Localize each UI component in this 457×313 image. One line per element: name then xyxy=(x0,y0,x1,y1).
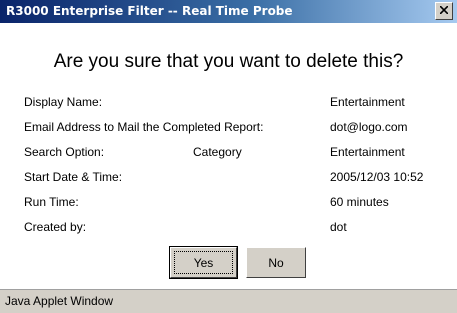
title-bar[interactable]: R3000 Enterprise Filter -- Real Time Pro… xyxy=(0,0,457,23)
email-value: dot@logo.com xyxy=(330,120,408,134)
no-button[interactable]: No xyxy=(246,247,306,278)
created-by-label: Created by: xyxy=(24,220,87,234)
dialog-body: Are you sure that you want to delete thi… xyxy=(0,23,457,289)
display-name-value: Entertainment xyxy=(330,95,405,109)
focus-ring xyxy=(174,251,233,274)
start-date-value: 2005/12/03 10:52 xyxy=(330,170,424,184)
applet-warning: Java Applet Window xyxy=(5,294,114,308)
search-option-type: Category xyxy=(193,145,242,159)
run-time-value: 60 minutes xyxy=(330,195,389,209)
confirm-question: Are you sure that you want to delete thi… xyxy=(53,51,404,72)
run-time-label: Run Time: xyxy=(24,195,79,209)
search-option-value: Entertainment xyxy=(330,145,405,159)
start-date-label: Start Date & Time: xyxy=(24,170,123,184)
close-button[interactable] xyxy=(435,2,453,20)
close-icon xyxy=(440,6,448,14)
created-by-value: dot xyxy=(330,220,347,234)
display-name-label: Display Name: xyxy=(24,95,103,109)
search-option-label: Search Option: xyxy=(24,145,105,159)
no-button-label: No xyxy=(268,255,284,270)
window-title: R3000 Enterprise Filter -- Real Time Pro… xyxy=(6,4,293,18)
email-label: Email Address to Mail the Completed Repo… xyxy=(24,120,264,134)
yes-button[interactable]: Yes xyxy=(169,246,238,279)
status-bar: Java Applet Window xyxy=(0,289,457,313)
